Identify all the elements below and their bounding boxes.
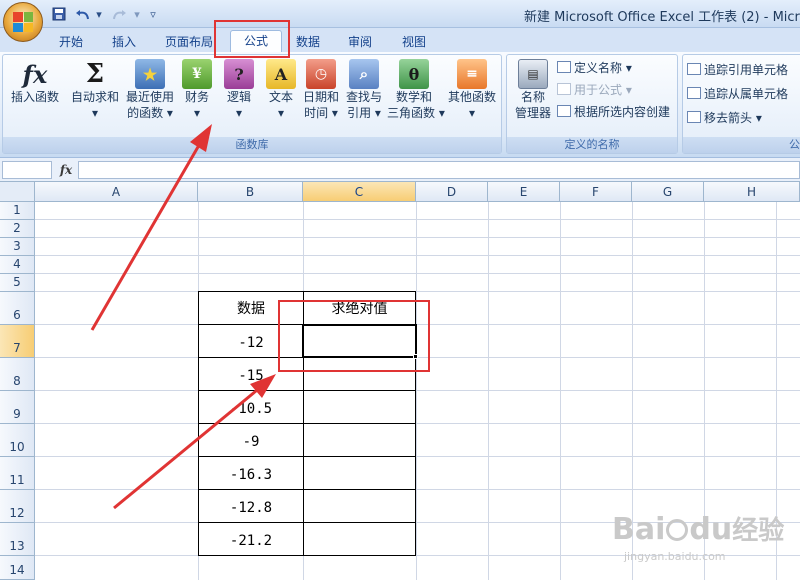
paw-icon xyxy=(666,519,689,541)
baidu-jingyan-watermark: Bai du经验 jingyan.baidu.com xyxy=(612,512,785,563)
excel-window: ▾ ▾ ▿ 新建 Microsoft Office Excel 工作表 (2) … xyxy=(0,0,800,580)
annotation-arrow-to-table xyxy=(113,374,276,510)
office-button-icon[interactable] xyxy=(3,2,43,42)
annotation-arrows xyxy=(90,124,276,510)
annotation-arrow-to-ribbon xyxy=(90,124,212,331)
